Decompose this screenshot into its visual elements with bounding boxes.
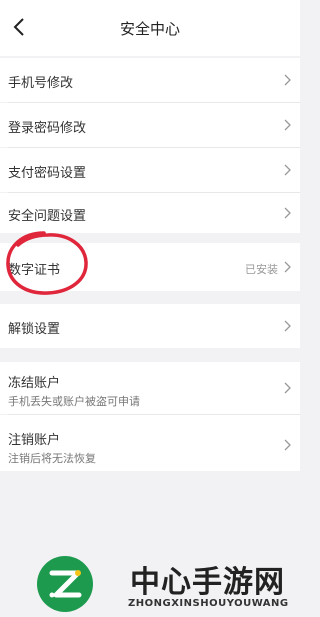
menu-item-phone-change[interactable]: 手机号修改 [0,58,300,102]
menu-item-description: 注销后将无法恢复 [8,452,96,465]
menu-item-unlock-settings[interactable]: 解锁设置 [0,304,300,348]
menu-item-freeze-account[interactable]: 冻结账户 手机丢失或账户被盗可申请 [0,362,300,414]
menu-item-cancel-account[interactable]: 注销账户 注销后将无法恢复 [0,415,300,471]
menu-item-login-password[interactable]: 登录密码修改 [0,103,300,147]
menu-item-label: 安全问题设置 [8,209,87,224]
nav-bar: 安全中心 [0,0,300,56]
menu-item-security-question[interactable]: 安全问题设置 [0,193,300,233]
menu-item-label: 数字证书 [8,263,61,278]
watermark-name: 中心手游网 [130,565,285,600]
chevron-right-icon [284,164,291,176]
chevron-right-icon [284,439,291,451]
menu-item-label: 支付密码设置 [8,166,87,181]
menu-item-label: 冻结账户 [8,376,61,391]
menu-item-payment-password[interactable]: 支付密码设置 [0,148,300,192]
menu-item-label: 登录密码修改 [8,121,87,136]
menu-item-description: 手机丢失或账户被盗可申请 [8,395,140,408]
chevron-right-icon [284,207,291,219]
chevron-right-icon [284,119,291,131]
site-logo-icon [37,556,93,612]
chevron-right-icon [284,261,291,273]
certificate-status: 已安装 [245,263,278,276]
watermark: 中心手游网 ZHONGXINSHOUYOUWANG [30,553,300,617]
menu-item-label: 注销账户 [8,433,61,448]
watermark-pinyin: ZHONGXINSHOUYOUWANG [128,598,289,609]
chevron-right-icon [284,320,291,332]
chevron-right-icon [284,382,291,394]
page-title: 安全中心 [119,20,180,38]
chevron-right-icon [284,74,291,86]
menu-item-label: 手机号修改 [8,76,74,91]
menu-item-digital-certificate[interactable]: 数字证书 已安装 [0,243,300,291]
menu-item-label: 解锁设置 [8,322,61,337]
